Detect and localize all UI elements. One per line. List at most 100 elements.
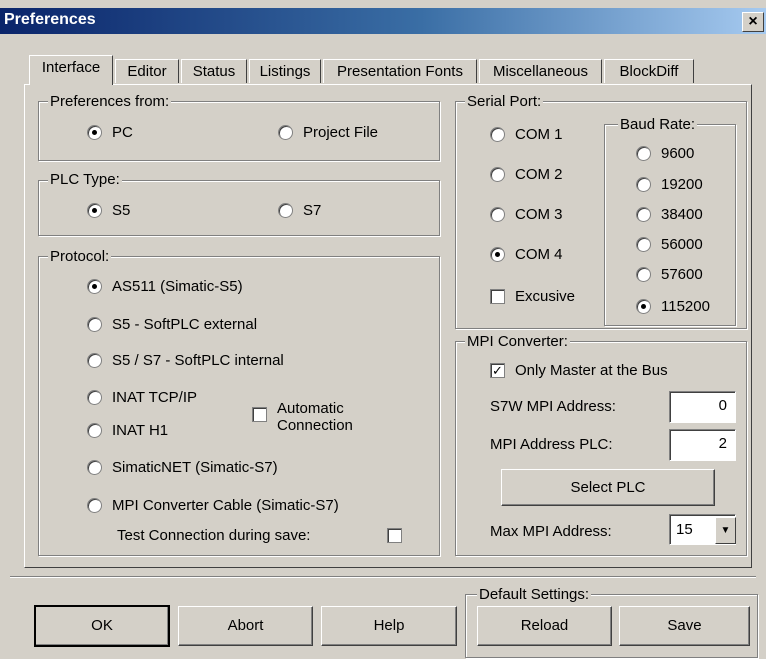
protocol-legend: Protocol: bbox=[48, 248, 112, 265]
max-mpi-address-value: 15 bbox=[676, 521, 693, 538]
radio-com2-circle bbox=[490, 167, 505, 182]
radio-softplc-external-circle bbox=[87, 317, 102, 332]
radio-com4[interactable]: COM 4 bbox=[490, 246, 563, 263]
radio-inat-h1-circle bbox=[87, 423, 102, 438]
radio-project-file-circle bbox=[278, 125, 293, 140]
radio-mpi-converter-cable[interactable]: MPI Converter Cable (Simatic-S7) bbox=[87, 497, 339, 514]
radio-as511-circle bbox=[87, 279, 102, 294]
radio-baud-56000-label: 56000 bbox=[661, 236, 703, 253]
radio-inat-tcpip-circle bbox=[87, 390, 102, 405]
radio-softplc-external-label: S5 - SoftPLC external bbox=[112, 316, 258, 333]
automatic-connection-checkbox[interactable]: Automatic Connection bbox=[252, 400, 353, 434]
preferences-from-legend: Preferences from: bbox=[48, 93, 172, 110]
s7w-mpi-address-input[interactable]: 0 bbox=[669, 391, 736, 423]
chevron-down-icon[interactable]: ▼ bbox=[715, 517, 736, 544]
radio-pc-label: PC bbox=[112, 124, 133, 141]
radio-baud-56000-circle bbox=[636, 237, 651, 252]
test-connection-label: Test Connection during save: bbox=[117, 527, 311, 544]
mpi-address-plc-label: MPI Address PLC: bbox=[490, 436, 613, 453]
radio-s5[interactable]: S5 bbox=[87, 202, 130, 219]
radio-s7-circle bbox=[278, 203, 293, 218]
window-title: Preferences bbox=[4, 11, 96, 28]
radio-pc-circle bbox=[87, 125, 102, 140]
radio-simaticnet-label: SimaticNET (Simatic-S7) bbox=[112, 459, 278, 476]
test-connection-checkbox[interactable] bbox=[387, 528, 402, 543]
separator bbox=[10, 576, 756, 578]
plc-type-legend: PLC Type: bbox=[48, 171, 122, 188]
radio-pc[interactable]: PC bbox=[87, 124, 133, 141]
radio-softplc-internal-circle bbox=[87, 353, 102, 368]
radio-as511-label: AS511 (Simatic-S5) bbox=[112, 278, 243, 295]
radio-softplc-external[interactable]: S5 - SoftPLC external bbox=[87, 316, 257, 333]
radio-simaticnet-circle bbox=[87, 460, 102, 475]
save-button[interactable]: Save bbox=[619, 606, 750, 646]
radio-baud-57600[interactable]: 57600 bbox=[636, 266, 703, 283]
radio-com3-label: COM 3 bbox=[515, 206, 563, 223]
radio-s7[interactable]: S7 bbox=[278, 202, 321, 219]
radio-com2[interactable]: COM 2 bbox=[490, 166, 563, 183]
radio-com2-label: COM 2 bbox=[515, 166, 563, 183]
radio-s5-circle bbox=[87, 203, 102, 218]
only-master-label: Only Master at the Bus bbox=[515, 362, 668, 379]
radio-project-file-label: Project File bbox=[303, 124, 379, 141]
exclusive-checkbox[interactable]: Excusive bbox=[490, 288, 575, 305]
radio-as511[interactable]: AS511 (Simatic-S5) bbox=[87, 278, 243, 295]
reload-button[interactable]: Reload bbox=[477, 606, 612, 646]
close-button[interactable]: × bbox=[742, 12, 764, 32]
help-button[interactable]: Help bbox=[321, 606, 457, 646]
radio-inat-tcpip-label: INAT TCP/IP bbox=[112, 389, 198, 406]
radio-softplc-internal[interactable]: S5 / S7 - SoftPLC internal bbox=[87, 352, 284, 369]
select-plc-button[interactable]: Select PLC bbox=[501, 469, 715, 506]
radio-baud-57600-circle bbox=[636, 267, 651, 282]
max-mpi-address-select[interactable]: 15 ▼ bbox=[669, 514, 736, 545]
tab-presentation-fonts[interactable]: Presentation Fonts bbox=[323, 59, 477, 83]
radio-baud-56000[interactable]: 56000 bbox=[636, 236, 703, 253]
ok-button[interactable]: OK bbox=[34, 605, 170, 647]
radio-com1[interactable]: COM 1 bbox=[490, 126, 563, 143]
radio-baud-115200-circle bbox=[636, 299, 651, 314]
radio-baud-115200-label: 115200 bbox=[661, 298, 710, 315]
radio-project-file[interactable]: Project File bbox=[278, 124, 378, 141]
radio-simaticnet[interactable]: SimaticNET (Simatic-S7) bbox=[87, 459, 278, 476]
radio-baud-19200-label: 19200 bbox=[661, 176, 703, 193]
radio-inat-tcpip[interactable]: INAT TCP/IP bbox=[87, 389, 197, 406]
radio-mpi-converter-cable-label: MPI Converter Cable (Simatic-S7) bbox=[112, 497, 339, 514]
radio-com4-label: COM 4 bbox=[515, 246, 563, 263]
radio-mpi-converter-cable-circle bbox=[87, 498, 102, 513]
radio-s7-label: S7 bbox=[303, 202, 322, 219]
radio-inat-h1[interactable]: INAT H1 bbox=[87, 422, 168, 439]
abort-button[interactable]: Abort bbox=[178, 606, 313, 646]
serial-port-legend: Serial Port: bbox=[465, 93, 544, 110]
automatic-connection-label: Automatic Connection bbox=[277, 400, 353, 434]
mpi-address-plc-input[interactable]: 2 bbox=[669, 429, 736, 461]
radio-baud-38400[interactable]: 38400 bbox=[636, 206, 703, 223]
tab-status[interactable]: Status bbox=[181, 59, 247, 83]
max-mpi-address-label: Max MPI Address: bbox=[490, 523, 612, 540]
radio-com3[interactable]: COM 3 bbox=[490, 206, 563, 223]
radio-baud-115200[interactable]: 115200 bbox=[636, 298, 710, 315]
tab-editor[interactable]: Editor bbox=[115, 59, 179, 83]
only-master-checkbox[interactable]: ✓ Only Master at the Bus bbox=[490, 362, 668, 379]
tab-listings[interactable]: Listings bbox=[249, 59, 321, 83]
tab-blockdiff[interactable]: BlockDiff bbox=[604, 59, 694, 83]
radio-inat-h1-label: INAT H1 bbox=[112, 422, 169, 439]
exclusive-box bbox=[490, 289, 505, 304]
radio-baud-19200[interactable]: 19200 bbox=[636, 176, 703, 193]
mpi-converter-legend: MPI Converter: bbox=[465, 333, 570, 350]
radio-baud-9600[interactable]: 9600 bbox=[636, 145, 694, 162]
radio-baud-9600-label: 9600 bbox=[661, 145, 695, 162]
radio-baud-57600-label: 57600 bbox=[661, 266, 703, 283]
s7w-mpi-address-label: S7W MPI Address: bbox=[490, 398, 616, 415]
radio-com3-circle bbox=[490, 207, 505, 222]
radio-s5-label: S5 bbox=[112, 202, 131, 219]
radio-com4-circle bbox=[490, 247, 505, 262]
radio-com1-label: COM 1 bbox=[515, 126, 563, 143]
radio-baud-38400-label: 38400 bbox=[661, 206, 703, 223]
automatic-connection-line2: Connection bbox=[277, 417, 353, 434]
automatic-connection-box bbox=[252, 407, 267, 422]
radio-baud-19200-circle bbox=[636, 177, 651, 192]
automatic-connection-line1: Automatic bbox=[277, 400, 344, 417]
radio-com1-circle bbox=[490, 127, 505, 142]
tab-miscellaneous[interactable]: Miscellaneous bbox=[479, 59, 602, 83]
tab-interface[interactable]: Interface bbox=[29, 55, 113, 85]
